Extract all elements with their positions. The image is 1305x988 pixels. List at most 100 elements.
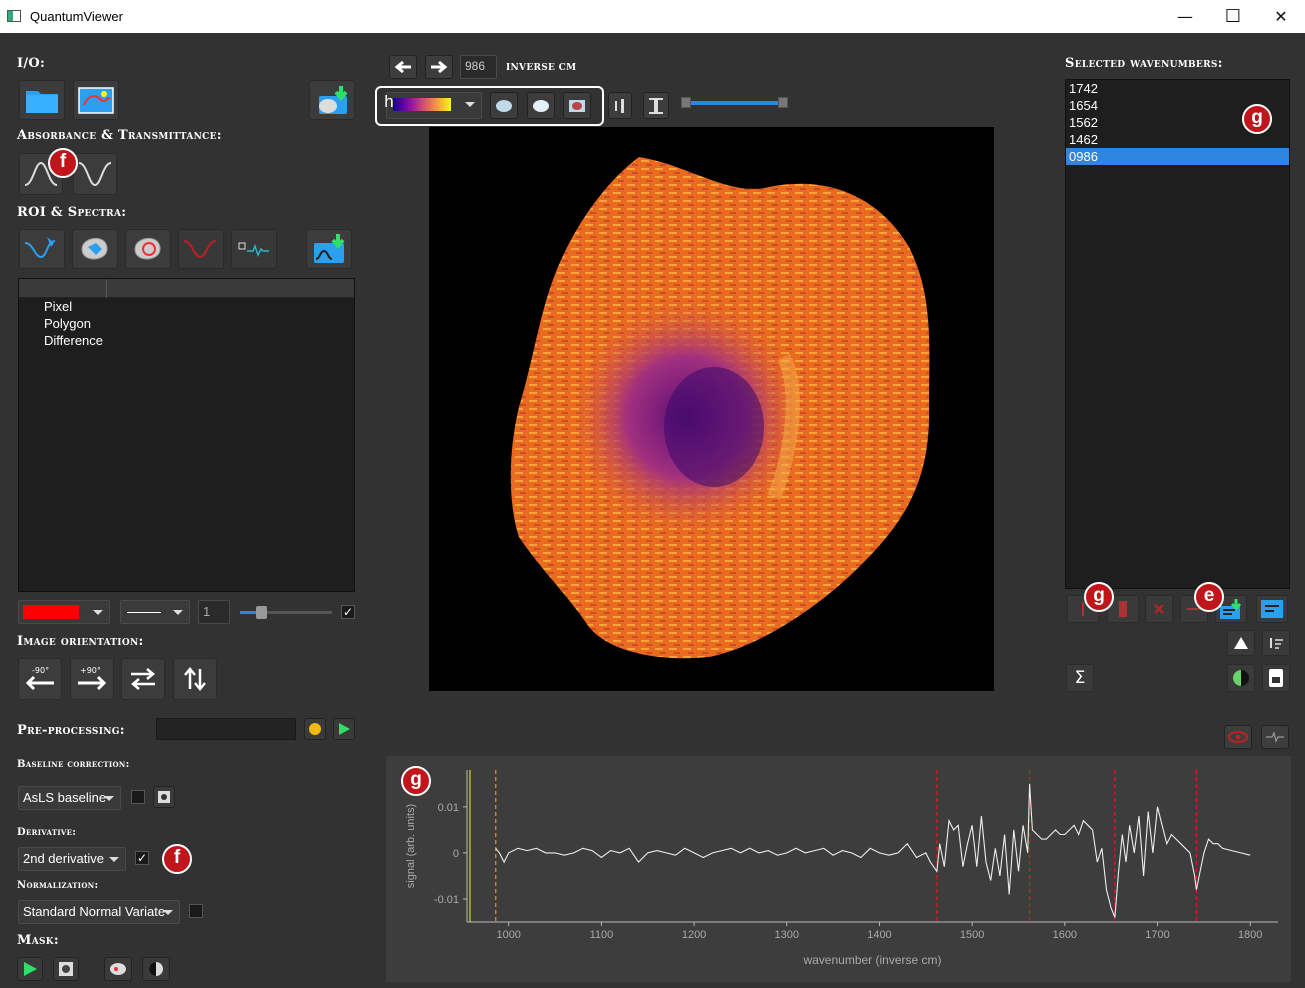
line-width-slider[interactable] bbox=[240, 606, 332, 619]
colormap-select[interactable] bbox=[386, 92, 482, 119]
app-icon bbox=[7, 10, 21, 22]
polygon-roi-icon bbox=[81, 238, 108, 260]
derivative-checkbox[interactable]: ✓ bbox=[135, 851, 149, 865]
open-image-button[interactable] bbox=[73, 80, 119, 120]
mask-apply-button[interactable] bbox=[17, 957, 43, 981]
export-image-button[interactable] bbox=[309, 80, 355, 120]
roi-difference-button[interactable] bbox=[125, 229, 171, 269]
sort-icon bbox=[1270, 638, 1283, 649]
export-spectra-button[interactable] bbox=[306, 229, 352, 269]
mask-shape-button-1[interactable] bbox=[490, 92, 518, 119]
previous-wavenumber-button[interactable] bbox=[389, 55, 417, 79]
show-spectra-button[interactable] bbox=[231, 229, 277, 269]
roi-list[interactable]: Pixel Polygon Difference bbox=[18, 278, 355, 592]
mask-overlay-button[interactable] bbox=[563, 92, 591, 119]
line-style-select[interactable] bbox=[120, 600, 190, 624]
open-folder-button[interactable] bbox=[19, 80, 65, 120]
mask-invert-button[interactable] bbox=[142, 957, 170, 981]
next-wavenumber-button[interactable] bbox=[425, 55, 453, 79]
wavenumber-list[interactable]: 1742 1654 1562 1462 0986 bbox=[1065, 79, 1290, 589]
mask-shape-button-2[interactable] bbox=[527, 92, 555, 119]
roi-item-difference[interactable]: Difference bbox=[19, 332, 354, 349]
maximize-button[interactable]: ☐ bbox=[1210, 0, 1256, 33]
rotate-plus-text: +90° bbox=[80, 666, 101, 675]
rotate-minus-90-button[interactable]: -90° bbox=[18, 658, 62, 700]
spectrum-toggle-button[interactable] bbox=[1261, 725, 1289, 749]
minimize-button[interactable]: — bbox=[1162, 0, 1208, 33]
pulse-icon bbox=[1266, 731, 1284, 743]
roi-enabled-checkbox[interactable]: ✓ bbox=[341, 605, 355, 619]
contrast-low-button[interactable] bbox=[608, 92, 632, 119]
export-spectra-icon bbox=[314, 234, 345, 263]
roi-item-polygon[interactable]: Polygon bbox=[19, 315, 354, 332]
mask-image-button[interactable] bbox=[53, 957, 79, 981]
line-width-slider-handle[interactable] bbox=[256, 606, 267, 619]
roi-item-pixel[interactable]: Pixel bbox=[19, 298, 354, 315]
wavenumber-unit-label: INVERSE CM bbox=[506, 63, 577, 73]
spectrum-checkbox-icon bbox=[238, 242, 269, 257]
absorbance-header: Absorbance & Transmittance: bbox=[17, 128, 222, 143]
hyperspectral-image-view[interactable] bbox=[429, 127, 994, 691]
rotate-plus-90-button[interactable]: +90° bbox=[70, 658, 114, 700]
band-icon bbox=[1119, 601, 1127, 617]
derivative-header: Derivative: bbox=[17, 827, 77, 838]
wavenumber-item[interactable]: 1742 bbox=[1066, 80, 1289, 97]
normalization-checkbox[interactable] bbox=[189, 904, 203, 918]
arrow-right-icon bbox=[431, 60, 448, 74]
toggle-visibility-button[interactable] bbox=[1224, 725, 1252, 749]
x-tick-label: 1700 bbox=[1145, 929, 1169, 941]
y-tick-label: 0.01 bbox=[438, 802, 459, 814]
preprocessing-reset-button[interactable] bbox=[304, 718, 326, 740]
spectrum-plot[interactable]: 1000 1100 1200 1300 1400 1500 1600 1700 1800 0.01… bbox=[386, 756, 1291, 982]
contrast-high-button[interactable] bbox=[643, 92, 669, 119]
contrast-bar-icon bbox=[615, 98, 624, 113]
rotate-left-icon: -90° bbox=[25, 666, 54, 691]
rotate-minus-text: -90° bbox=[32, 666, 49, 675]
derivative-select[interactable]: 2nd derivative bbox=[18, 847, 126, 871]
mask-polygon-button[interactable] bbox=[104, 957, 132, 981]
flip-horizontal-icon bbox=[131, 668, 155, 690]
preprocessing-run-button[interactable] bbox=[333, 718, 355, 740]
sort-list-button[interactable] bbox=[1262, 630, 1290, 656]
wavenumber-item-selected[interactable]: 0986 bbox=[1066, 148, 1289, 165]
baseline-select[interactable]: AsLS baseline bbox=[18, 786, 121, 810]
x-tick-label: 1200 bbox=[682, 929, 706, 941]
x-tick-label: 1400 bbox=[867, 929, 891, 941]
x-tick-label: 1500 bbox=[960, 929, 984, 941]
remove-spectrum-button[interactable] bbox=[178, 229, 224, 269]
transmittance-button[interactable] bbox=[73, 153, 117, 195]
x-tick-label: 1800 bbox=[1238, 929, 1262, 941]
document-icon bbox=[1269, 669, 1283, 687]
compare-button[interactable] bbox=[1227, 664, 1255, 692]
roi-column-1[interactable] bbox=[19, 279, 107, 298]
colormap-label: h bbox=[384, 91, 394, 111]
roi-color-select[interactable] bbox=[18, 600, 110, 624]
y-tick-label: -0.01 bbox=[434, 894, 459, 906]
contrast-range-slider[interactable] bbox=[681, 97, 788, 108]
preprocessing-status-field bbox=[156, 718, 296, 740]
sum-button[interactable]: Σ bbox=[1066, 664, 1094, 692]
y-tick-label: 0 bbox=[453, 848, 459, 860]
polygon-roi-button[interactable] bbox=[72, 229, 118, 269]
import-wavenumbers-button[interactable] bbox=[1256, 595, 1288, 623]
arrow-left-icon bbox=[394, 60, 411, 74]
io-header: I/O: bbox=[17, 56, 46, 71]
baseline-settings-button[interactable] bbox=[153, 786, 175, 808]
derivative-value: 2nd derivative bbox=[23, 851, 104, 866]
sort-ascending-button[interactable] bbox=[1227, 630, 1255, 656]
report-button[interactable] bbox=[1262, 664, 1290, 692]
close-button[interactable]: ✕ bbox=[1258, 0, 1304, 33]
delete-wavenumber-button[interactable] bbox=[1145, 595, 1173, 623]
annotation-badge-f: f bbox=[162, 844, 192, 874]
line-width-input[interactable]: 1 bbox=[198, 600, 230, 624]
baseline-checkbox[interactable] bbox=[131, 790, 145, 804]
contrast-max-handle[interactable] bbox=[778, 97, 788, 108]
title-bar: QuantumViewer — ☐ ✕ bbox=[0, 0, 1305, 33]
flip-horizontal-button[interactable] bbox=[121, 658, 165, 700]
annotation-badge-e: e bbox=[1194, 582, 1224, 612]
wavenumber-input[interactable]: 986 bbox=[460, 55, 497, 79]
flip-vertical-button[interactable] bbox=[173, 658, 217, 700]
normalization-select[interactable]: Standard Normal Variate bbox=[18, 900, 180, 924]
pixel-spectrum-button[interactable] bbox=[19, 229, 65, 269]
contrast-min-handle[interactable] bbox=[681, 97, 691, 108]
